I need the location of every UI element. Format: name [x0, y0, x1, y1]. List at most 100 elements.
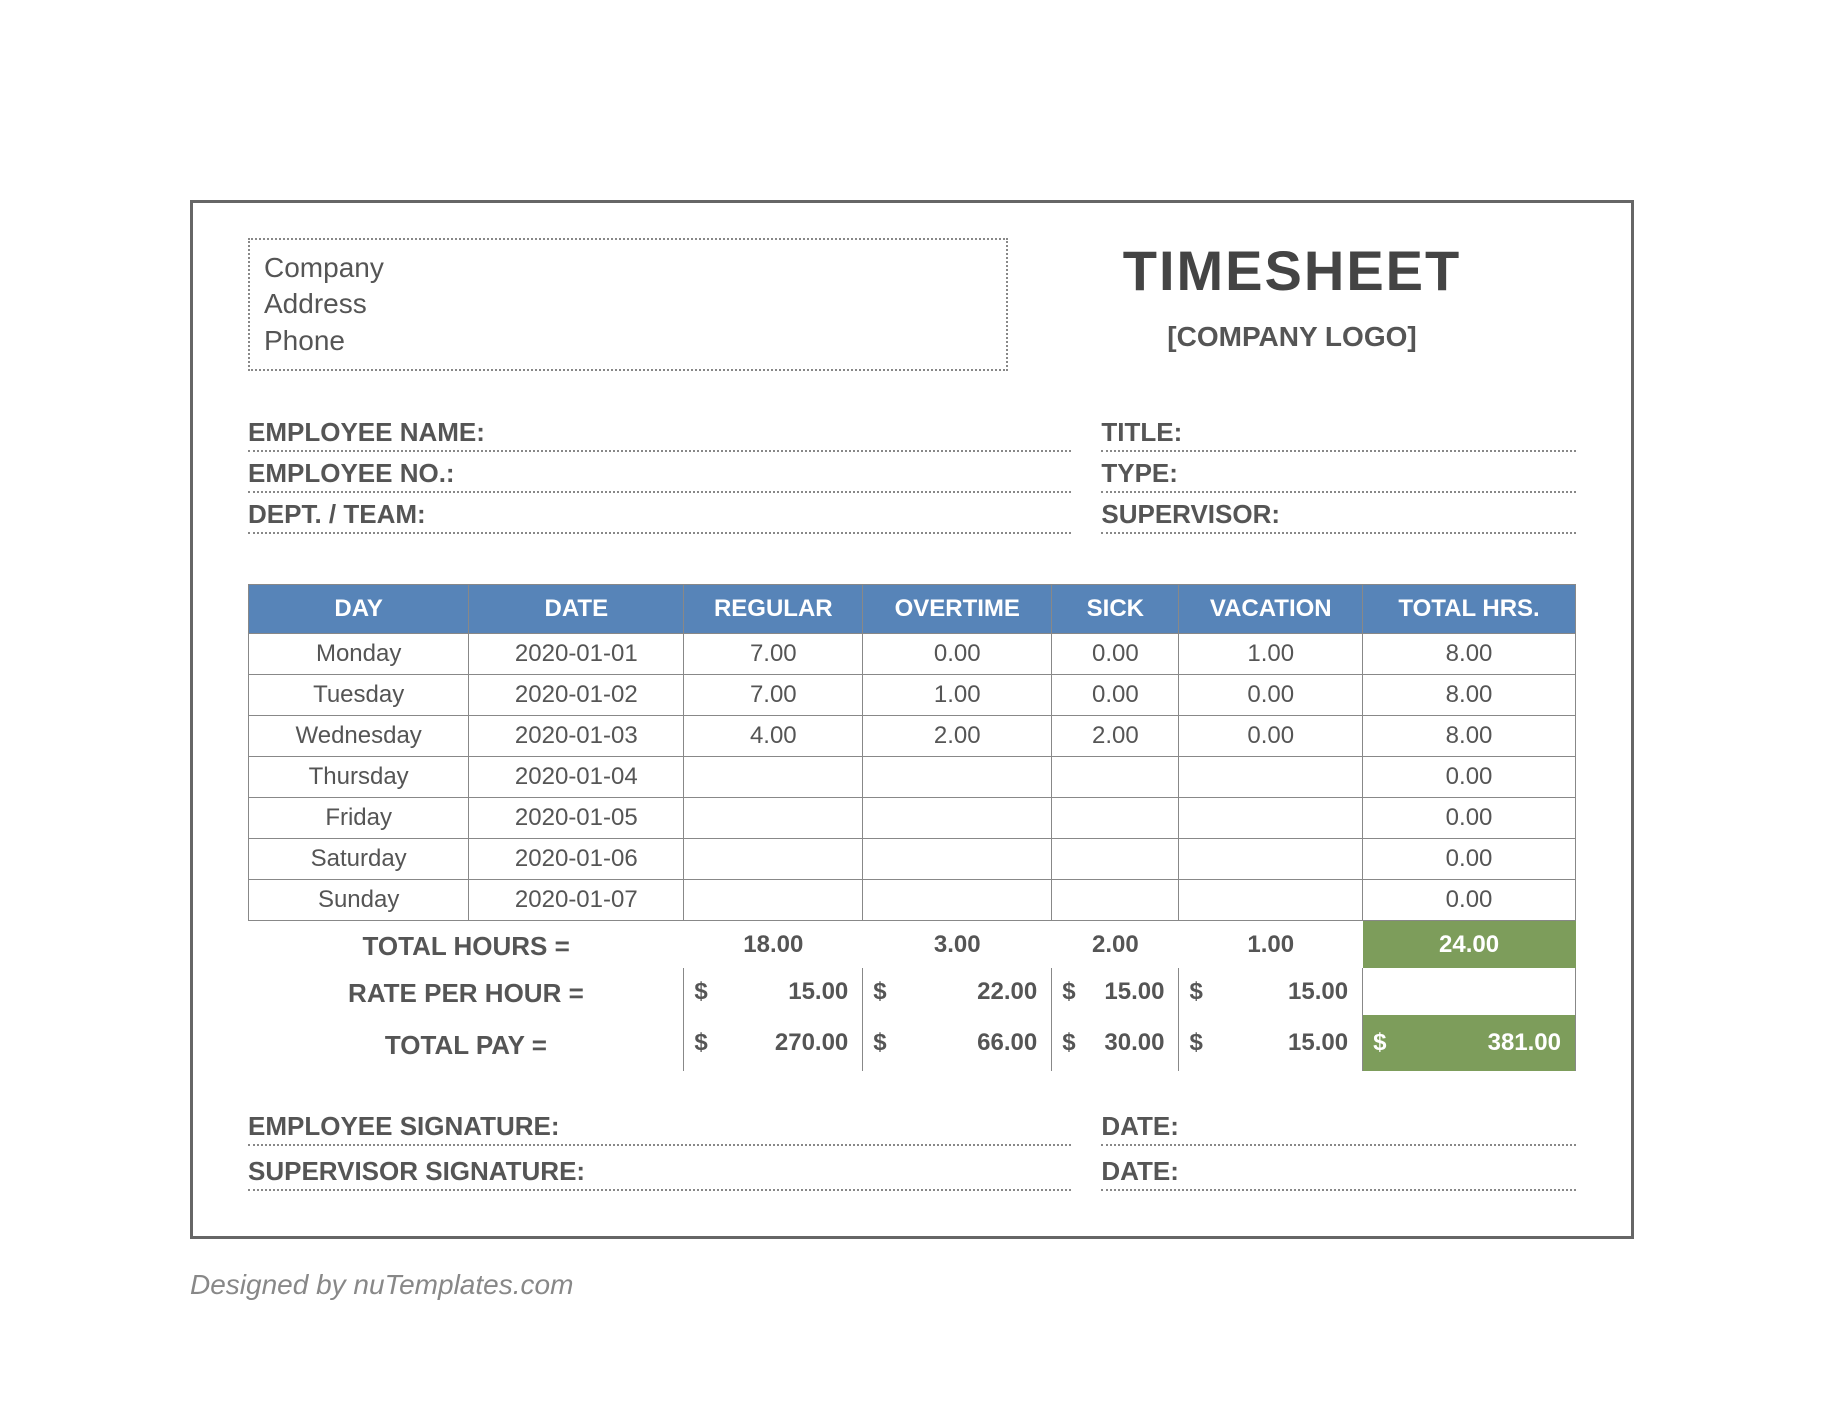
rate-regular: $15.00 [684, 968, 863, 1015]
table-row: Monday2020-01-017.000.000.001.008.00 [249, 634, 1576, 675]
cell-date[interactable]: 2020-01-02 [469, 675, 684, 716]
rate-vacation: $15.00 [1179, 968, 1363, 1015]
title-field[interactable]: TITLE: [1101, 411, 1576, 452]
dept-team-label: DEPT. / TEAM: [248, 499, 426, 530]
cell-sick[interactable]: 0.00 [1052, 675, 1179, 716]
cell-vacation[interactable]: 0.00 [1179, 675, 1363, 716]
supervisor-field[interactable]: SUPERVISOR: [1101, 493, 1576, 534]
rate-total [1363, 968, 1576, 1015]
cell-sick[interactable] [1052, 839, 1179, 880]
cell-vacation[interactable] [1179, 757, 1363, 798]
pay-total: $381.00 [1363, 1015, 1576, 1071]
cell-sick[interactable] [1052, 757, 1179, 798]
cell-date[interactable]: 2020-01-03 [469, 716, 684, 757]
total-hours-overtime: 3.00 [863, 921, 1052, 969]
cell-date[interactable]: 2020-01-01 [469, 634, 684, 675]
cell-date[interactable]: 2020-01-06 [469, 839, 684, 880]
supervisor-date-field[interactable]: DATE: [1101, 1146, 1576, 1191]
employee-name-label: EMPLOYEE NAME: [248, 417, 485, 448]
cell-regular[interactable] [684, 880, 863, 921]
cell-day: Tuesday [249, 675, 469, 716]
cell-regular[interactable] [684, 798, 863, 839]
pay-vacation: $15.00 [1179, 1015, 1363, 1071]
employee-signature-field[interactable]: EMPLOYEE SIGNATURE: [248, 1101, 1071, 1146]
total-hours-sick: 2.00 [1052, 921, 1179, 969]
table-row: Wednesday2020-01-034.002.002.000.008.00 [249, 716, 1576, 757]
cell-date[interactable]: 2020-01-07 [469, 880, 684, 921]
cell-overtime[interactable] [863, 757, 1052, 798]
supervisor-signature-label: SUPERVISOR SIGNATURE: [248, 1156, 585, 1187]
cell-sick[interactable]: 2.00 [1052, 716, 1179, 757]
supervisor-date-label: DATE: [1101, 1156, 1179, 1187]
company-phone: Phone [264, 323, 992, 359]
employee-no-field[interactable]: EMPLOYEE NO.: [248, 452, 1071, 493]
pay-sick: $30.00 [1052, 1015, 1179, 1071]
type-label: TYPE: [1101, 458, 1178, 489]
cell-total: 0.00 [1363, 880, 1576, 921]
col-vacation: VACATION [1179, 585, 1363, 634]
cell-overtime[interactable] [863, 880, 1052, 921]
cell-total: 8.00 [1363, 675, 1576, 716]
table-row: Saturday2020-01-06 0.00 [249, 839, 1576, 880]
cell-total: 0.00 [1363, 757, 1576, 798]
col-regular: REGULAR [684, 585, 863, 634]
cell-sick[interactable] [1052, 798, 1179, 839]
cell-vacation[interactable] [1179, 839, 1363, 880]
cell-date[interactable]: 2020-01-05 [469, 798, 684, 839]
cell-sick[interactable] [1052, 880, 1179, 921]
cell-overtime[interactable] [863, 839, 1052, 880]
cell-regular[interactable]: 7.00 [684, 634, 863, 675]
table-row: Sunday2020-01-07 0.00 [249, 880, 1576, 921]
employee-name-field[interactable]: EMPLOYEE NAME: [248, 411, 1071, 452]
col-total: TOTAL HRS. [1363, 585, 1576, 634]
cell-overtime[interactable]: 2.00 [863, 716, 1052, 757]
employee-date-label: DATE: [1101, 1111, 1179, 1142]
total-hours-label: TOTAL HOURS = [249, 921, 684, 969]
company-logo-placeholder: [COMPANY LOGO] [1008, 321, 1576, 353]
cell-vacation[interactable]: 0.00 [1179, 716, 1363, 757]
col-sick: SICK [1052, 585, 1179, 634]
cell-day: Monday [249, 634, 469, 675]
pay-regular: $270.00 [684, 1015, 863, 1071]
employee-no-label: EMPLOYEE NO.: [248, 458, 455, 489]
dept-team-field[interactable]: DEPT. / TEAM: [248, 493, 1071, 534]
rate-row: RATE PER HOUR = $15.00 $22.00 $15.00 $15… [249, 968, 1576, 1015]
timesheet-container: Company Address Phone TIMESHEET [COMPANY… [190, 200, 1634, 1239]
cell-day: Wednesday [249, 716, 469, 757]
cell-overtime[interactable] [863, 798, 1052, 839]
total-hours-total: 24.00 [1363, 921, 1576, 969]
rate-overtime: $22.00 [863, 968, 1052, 1015]
cell-total: 0.00 [1363, 839, 1576, 880]
cell-regular[interactable]: 7.00 [684, 675, 863, 716]
cell-regular[interactable]: 4.00 [684, 716, 863, 757]
cell-regular[interactable] [684, 757, 863, 798]
cell-vacation[interactable] [1179, 880, 1363, 921]
total-pay-row: TOTAL PAY = $270.00 $66.00 $30.00 $15.00… [249, 1015, 1576, 1071]
supervisor-signature-field[interactable]: SUPERVISOR SIGNATURE: [248, 1146, 1071, 1191]
cell-vacation[interactable]: 1.00 [1179, 634, 1363, 675]
cell-overtime[interactable]: 0.00 [863, 634, 1052, 675]
cell-total: 8.00 [1363, 716, 1576, 757]
cell-day: Saturday [249, 839, 469, 880]
total-hours-vacation: 1.00 [1179, 921, 1363, 969]
total-hours-regular: 18.00 [684, 921, 863, 969]
table-header-row: DAY DATE REGULAR OVERTIME SICK VACATION … [249, 585, 1576, 634]
cell-vacation[interactable] [1179, 798, 1363, 839]
cell-sick[interactable]: 0.00 [1052, 634, 1179, 675]
rate-label: RATE PER HOUR = [249, 968, 684, 1015]
cell-total: 0.00 [1363, 798, 1576, 839]
col-day: DAY [249, 585, 469, 634]
type-field[interactable]: TYPE: [1101, 452, 1576, 493]
employee-date-field[interactable]: DATE: [1101, 1101, 1576, 1146]
company-address: Address [264, 286, 992, 322]
cell-overtime[interactable]: 1.00 [863, 675, 1052, 716]
cell-day: Sunday [249, 880, 469, 921]
company-info-box[interactable]: Company Address Phone [248, 238, 1008, 371]
cell-day: Thursday [249, 757, 469, 798]
cell-regular[interactable] [684, 839, 863, 880]
cell-total: 8.00 [1363, 634, 1576, 675]
table-row: Tuesday2020-01-027.001.000.000.008.00 [249, 675, 1576, 716]
cell-date[interactable]: 2020-01-04 [469, 757, 684, 798]
rate-sick: $15.00 [1052, 968, 1179, 1015]
pay-overtime: $66.00 [863, 1015, 1052, 1071]
